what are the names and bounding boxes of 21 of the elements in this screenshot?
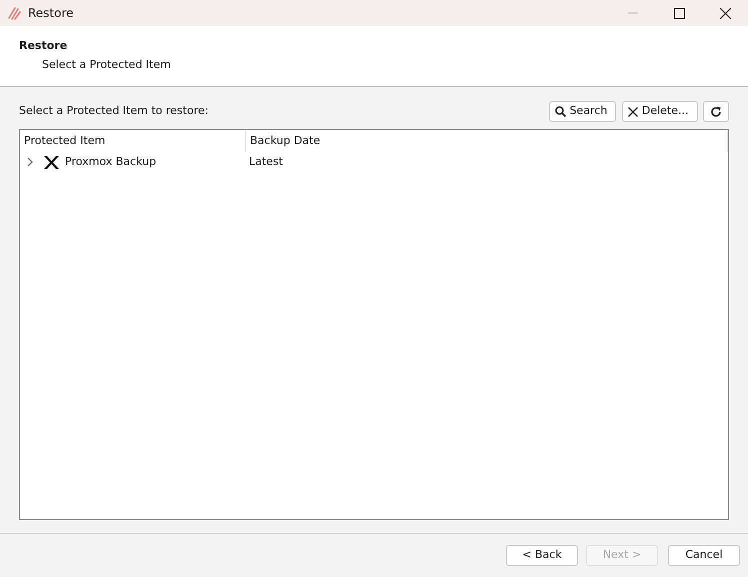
item-name[interactable]: Proxmox Backup — [65, 154, 156, 170]
proxmox-x-icon — [44, 156, 59, 168]
refresh-icon — [710, 106, 722, 118]
column-header[interactable]: Backup Date — [246, 130, 728, 152]
search-button[interactable]: Search — [548, 101, 616, 122]
close-icon — [628, 106, 638, 116]
column-header[interactable]: Protected Item — [20, 130, 246, 152]
wizard-button[interactable]: < Back — [506, 545, 578, 566]
expand-chevron-icon[interactable] — [26, 157, 34, 167]
refresh-button[interactable] — [703, 101, 729, 122]
close-icon[interactable] — [720, 8, 730, 18]
window-title: Restore — [28, 5, 74, 22]
header-subtitle: Select a Protected Item — [42, 56, 171, 72]
app-logo-icon — [6, 5, 22, 21]
maximize-icon[interactable] — [674, 8, 684, 18]
table-cell-text: Latest — [249, 154, 283, 170]
prompt-text: Select a Protected Item to restore: — [19, 103, 208, 120]
search-icon — [554, 106, 566, 117]
wizard-button[interactable]: Cancel — [668, 545, 740, 566]
delete-button[interactable]: Delete... — [622, 101, 698, 122]
header-title: Restore — [19, 38, 68, 54]
